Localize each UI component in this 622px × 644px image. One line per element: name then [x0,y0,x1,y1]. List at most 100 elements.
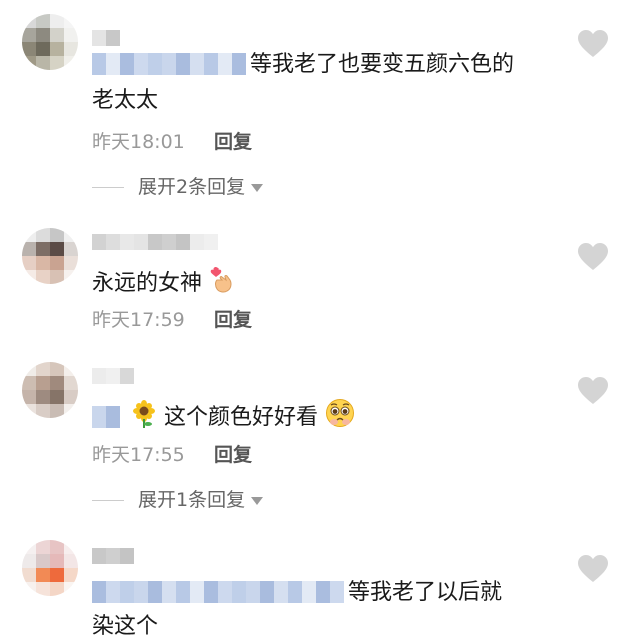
comment-text: 永远的女神 [92,264,235,301]
avatar-pixel [50,270,64,284]
divider-dash [92,499,124,501]
comment-text-line2: 老太太 [92,88,159,113]
avatar-pixel [36,540,50,554]
blur-pixel [162,53,176,75]
expand-replies-button[interactable]: 展开2条回复 [92,173,264,201]
avatar-pixel [64,270,78,284]
blur-pixel [288,581,302,603]
username-blurred[interactable] [92,30,120,46]
like-heart-icon[interactable] [577,376,609,406]
avatar-pixel [22,376,36,390]
blur-pixel [162,234,176,250]
avatar-pixel [64,568,78,582]
avatar-pixel [36,270,50,284]
mention-blurred[interactable] [92,581,344,603]
avatar-pixel [36,56,50,70]
username-blurred[interactable] [92,548,134,564]
comment-text: 等我老了也要变五颜六色的 [92,48,514,82]
avatar-pixel [64,56,78,70]
avatar-pixel [64,376,78,390]
sunflower-emoji-icon [133,400,155,428]
blur-pixel [120,368,134,384]
reply-button[interactable]: 回复 [214,128,252,156]
blur-pixel [190,581,204,603]
comment-time: 昨天18:01 [92,131,185,153]
blur-pixel [92,234,106,250]
avatar-pixel [64,42,78,56]
avatar[interactable] [22,362,78,418]
avatar-pixel [22,404,36,418]
avatar-pixel [50,390,64,404]
reply-button[interactable]: 回复 [214,441,252,469]
mention-blurred[interactable] [92,406,120,428]
blur-pixel [92,30,106,46]
blur-pixel [92,53,106,75]
like-heart-icon[interactable] [577,242,609,272]
avatar-pixel [50,362,64,376]
chevron-down-icon [251,497,264,505]
avatar-pixel [36,362,50,376]
blur-pixel [92,548,106,564]
avatar[interactable] [22,14,78,70]
avatar-pixel [22,28,36,42]
blur-pixel [302,581,316,603]
avatar-pixel [50,242,64,256]
blur-pixel [204,53,218,75]
blur-pixel [190,234,204,250]
avatar-pixel [22,540,36,554]
comment-meta: 昨天18:01 回复 [92,128,252,156]
avatar-pixel [22,582,36,596]
blur-pixel [148,234,162,250]
avatar-pixel [64,228,78,242]
avatar-pixel [64,28,78,42]
blur-pixel [274,581,288,603]
blur-pixel [176,234,190,250]
avatar-pixel [64,256,78,270]
mention-blurred[interactable] [92,53,246,75]
blur-pixel [106,53,120,75]
chevron-down-icon [251,184,264,192]
expand-replies-button[interactable]: 展开1条回复 [92,486,264,514]
divider-dash [92,186,124,188]
blur-pixel [92,406,106,428]
blur-pixel [218,581,232,603]
avatar-pixel [22,568,36,582]
comment-time: 昨天17:59 [92,309,185,331]
username-blurred[interactable] [92,368,134,384]
blur-pixel [232,581,246,603]
blur-pixel [218,53,232,75]
blur-pixel [106,368,120,384]
comment-text: 等我老了以后就 [92,576,502,610]
blur-pixel [176,53,190,75]
avatar-pixel [50,14,64,28]
blur-pixel [176,581,190,603]
like-heart-icon[interactable] [577,29,609,59]
avatar-pixel [64,14,78,28]
avatar-pixel [22,14,36,28]
reply-button[interactable]: 回复 [214,306,252,334]
avatar-pixel [22,242,36,256]
blur-pixel [120,234,134,250]
avatar[interactable] [22,540,78,596]
avatar-pixel [50,540,64,554]
blur-pixel [106,30,120,46]
avatar-pixel [22,554,36,568]
avatar-pixel [64,362,78,376]
avatar-pixel [36,256,50,270]
blur-pixel [316,581,330,603]
avatar-pixel [64,390,78,404]
expand-replies-label: 展开2条回复 [138,176,246,198]
avatar-pixel [22,228,36,242]
blur-pixel [106,406,120,428]
blur-pixel [204,234,218,250]
avatar-pixel [64,582,78,596]
finger-heart-emoji-icon [210,266,232,293]
comment-time: 昨天17:55 [92,444,185,466]
like-heart-icon[interactable] [577,554,609,584]
avatar-pixel [36,582,50,596]
avatar[interactable] [22,228,78,284]
blur-pixel [134,234,148,250]
avatar-pixel [50,228,64,242]
avatar-pixel [36,554,50,568]
username-blurred[interactable] [92,234,218,250]
